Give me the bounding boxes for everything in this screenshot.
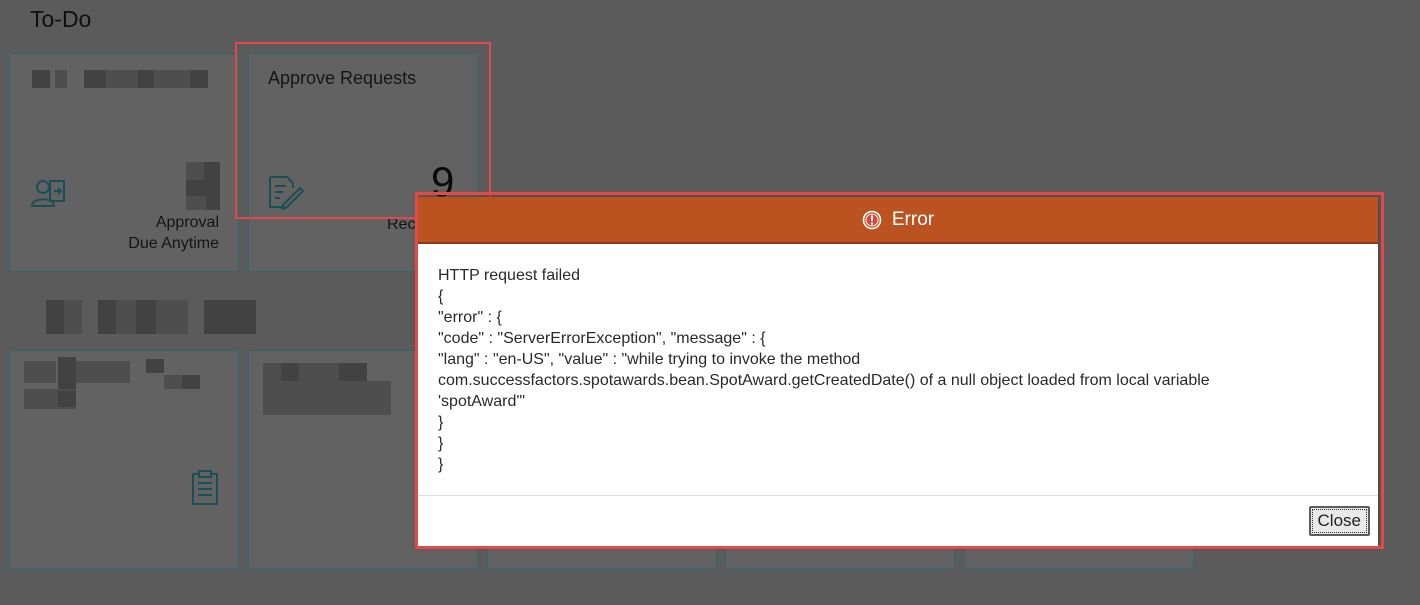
message-line: "code" : "ServerErrorException", "messag… (438, 330, 766, 347)
error-dialog-title: Error (891, 208, 935, 230)
tile-approval-footer-line1: Approval (155, 214, 219, 231)
tile-task-1[interactable] (9, 350, 239, 569)
error-circle-icon (862, 210, 882, 230)
message-line: 'spotAward'" (438, 393, 526, 410)
message-line: { (438, 288, 444, 305)
message-line: com.successfactors.spotawards.bean.SpotA… (438, 372, 1210, 389)
message-line: } (438, 414, 444, 431)
error-dialog-header: Error (418, 197, 1378, 244)
message-line: "lang" : "en-US", "value" : "while tryin… (438, 351, 861, 368)
user-transfer-icon (30, 178, 66, 215)
tile-approval[interactable]: Approval Due Anytime (9, 53, 239, 272)
tile-approval-footer: Approval Due Anytime (128, 212, 219, 254)
close-button[interactable]: Close (1308, 506, 1370, 536)
highlight-approve-requests (235, 42, 491, 219)
message-line: } (438, 435, 444, 452)
tile-approval-footer-line2: Due Anytime (128, 235, 219, 252)
message-line: HTTP request failed (438, 267, 580, 284)
clipboard-list-icon (190, 469, 220, 512)
section-title: To-Do (30, 6, 92, 32)
error-dialog-footer: Close (418, 495, 1378, 546)
error-dialog: Error HTTP request failed { "error" : { … (418, 197, 1378, 546)
message-line: "error" : { (438, 309, 502, 326)
error-dialog-message: HTTP request failed { "error" : { "code"… (438, 265, 1358, 475)
message-line: } (438, 456, 444, 473)
